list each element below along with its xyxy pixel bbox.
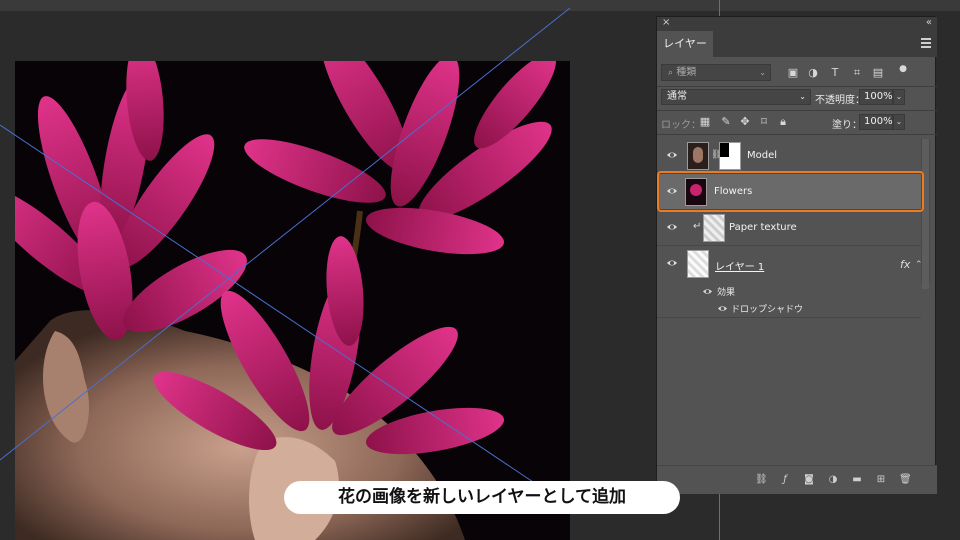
adjustment-filter-icon[interactable]: ◑: [807, 67, 819, 79]
layer-name[interactable]: レイヤー 1: [715, 258, 764, 273]
layer-name[interactable]: Model: [747, 150, 777, 161]
eye-icon[interactable]: [666, 150, 678, 160]
selection-highlight: [657, 171, 924, 212]
app-top-bar: [0, 0, 960, 11]
clipping-mask-icon: ↵: [693, 221, 702, 232]
eye-icon[interactable]: [666, 222, 678, 232]
opacity-dropdown-icon[interactable]: ⌄: [893, 89, 905, 105]
effects-label: 効果: [717, 288, 736, 298]
filter-toggle-icon[interactable]: ●: [897, 63, 909, 75]
caption-banner: 花の画像を新しいレイヤーとして追加: [284, 481, 680, 514]
type-filter-icon[interactable]: T: [829, 67, 841, 79]
eye-icon[interactable]: [717, 304, 728, 313]
lock-icon[interactable]: 🔒︎: [777, 116, 789, 128]
lock-transparent-icon[interactable]: ▦: [699, 116, 711, 128]
chevron-up-icon[interactable]: ⌃: [915, 260, 923, 270]
eye-icon[interactable]: [702, 287, 713, 296]
layer-name[interactable]: Paper texture: [729, 222, 797, 233]
chevron-down-icon: ⌄: [759, 68, 766, 77]
opacity-label: 不透明度：: [815, 95, 865, 106]
image-filter-icon[interactable]: ▣: [787, 67, 799, 79]
fx-icon[interactable]: ƒ: [779, 474, 791, 486]
layer-mask-thumbnail[interactable]: [719, 142, 741, 170]
canvas-artwork: [15, 61, 570, 540]
lock-label: ロック：: [661, 120, 701, 131]
divider: [657, 110, 937, 111]
smart-object-filter-icon[interactable]: ▤: [872, 67, 884, 79]
fx-icon[interactable]: fx: [900, 258, 910, 271]
collapse-icon[interactable]: «: [926, 17, 932, 28]
eye-icon[interactable]: [666, 258, 678, 268]
panel-header: × «: [657, 17, 937, 31]
lock-artboard-icon[interactable]: ⌑: [758, 116, 770, 128]
layer-thumbnail: [703, 214, 725, 242]
layer-thumbnail: [687, 142, 709, 170]
chevron-down-icon: ⌄: [799, 92, 806, 101]
filter-kind-label: 種類: [676, 67, 697, 78]
divider: [657, 134, 937, 135]
panel-tab-row: レイヤー: [657, 31, 937, 57]
blend-mode-select[interactable]: 通常 ⌄: [661, 89, 811, 105]
panel-menu-icon[interactable]: [921, 38, 931, 48]
lock-position-icon[interactable]: ✥: [739, 116, 751, 128]
trash-icon[interactable]: 🗑︎: [899, 474, 912, 486]
layer-thumbnail: [687, 250, 709, 278]
close-icon[interactable]: ×: [662, 17, 670, 28]
shape-filter-icon[interactable]: ⌗: [851, 67, 863, 79]
layers-panel-footer: ⛓︎ ƒ ◙ ◑ ▬ ⊞ 🗑︎: [657, 465, 937, 494]
drop-shadow-label[interactable]: ドロップシャドウ: [731, 302, 803, 315]
link-icon[interactable]: ⛓︎: [755, 474, 768, 486]
lock-image-icon[interactable]: ✎: [720, 116, 732, 128]
layers-panel: × « レイヤー ⌕ 種類 ⌄ ▣ ◑ T ⌗ ▤ ● 通常 ⌄ 不透明度： 1…: [656, 16, 937, 494]
tab-layers[interactable]: レイヤー: [657, 31, 713, 57]
layer-row-paper-texture[interactable]: ↵ Paper texture: [657, 210, 921, 246]
blend-mode-value: 通常: [667, 91, 687, 102]
adjustment-icon[interactable]: ◑: [827, 474, 839, 486]
fill-input[interactable]: 100%: [859, 114, 893, 130]
folder-icon[interactable]: ▬: [851, 474, 863, 486]
new-layer-icon[interactable]: ⊞: [875, 474, 887, 486]
search-icon: ⌕: [668, 68, 674, 78]
layer-row-model[interactable]: ⛓︎ Model: [657, 138, 921, 174]
opacity-input[interactable]: 100%: [859, 89, 893, 105]
mask-icon[interactable]: ◙: [803, 474, 815, 486]
fill-label: 塗り：: [832, 120, 862, 131]
filter-kind-select[interactable]: ⌕ 種類 ⌄: [661, 64, 771, 81]
layer-row-layer-1[interactable]: レイヤー 1 fx 効果 ドロップシャドウ: [657, 246, 921, 318]
fill-dropdown-icon[interactable]: ⌄: [893, 114, 905, 130]
divider: [657, 86, 937, 87]
document-canvas[interactable]: [15, 61, 570, 540]
